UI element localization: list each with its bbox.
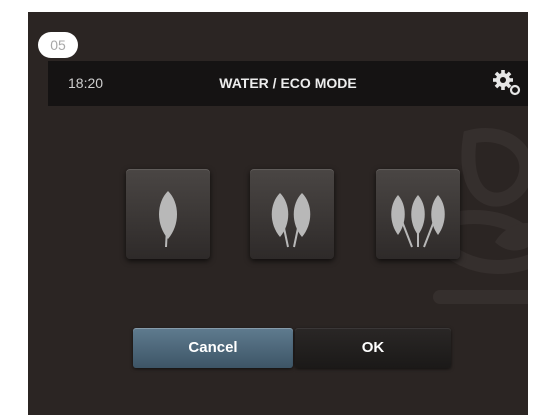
top-bar: 18:20 WATER / ECO MODE bbox=[48, 61, 528, 106]
settings-button[interactable] bbox=[492, 68, 522, 98]
device-screen: 18:20 WATER / ECO MODE Cancel OK 05 bbox=[28, 12, 528, 415]
leaf-icon bbox=[159, 191, 177, 248]
page-title: WATER / ECO MODE bbox=[219, 75, 357, 91]
ok-button[interactable]: OK bbox=[295, 328, 451, 368]
leaf-icon bbox=[391, 195, 445, 248]
cancel-button[interactable]: Cancel bbox=[133, 328, 293, 368]
eco-level-3-button[interactable] bbox=[376, 169, 460, 259]
leaf-icon bbox=[271, 193, 311, 248]
eco-level-1-button[interactable] bbox=[126, 169, 210, 259]
eco-level-2-button[interactable] bbox=[250, 169, 334, 259]
gear-icon bbox=[493, 70, 521, 96]
step-number-badge: 05 bbox=[38, 32, 78, 58]
